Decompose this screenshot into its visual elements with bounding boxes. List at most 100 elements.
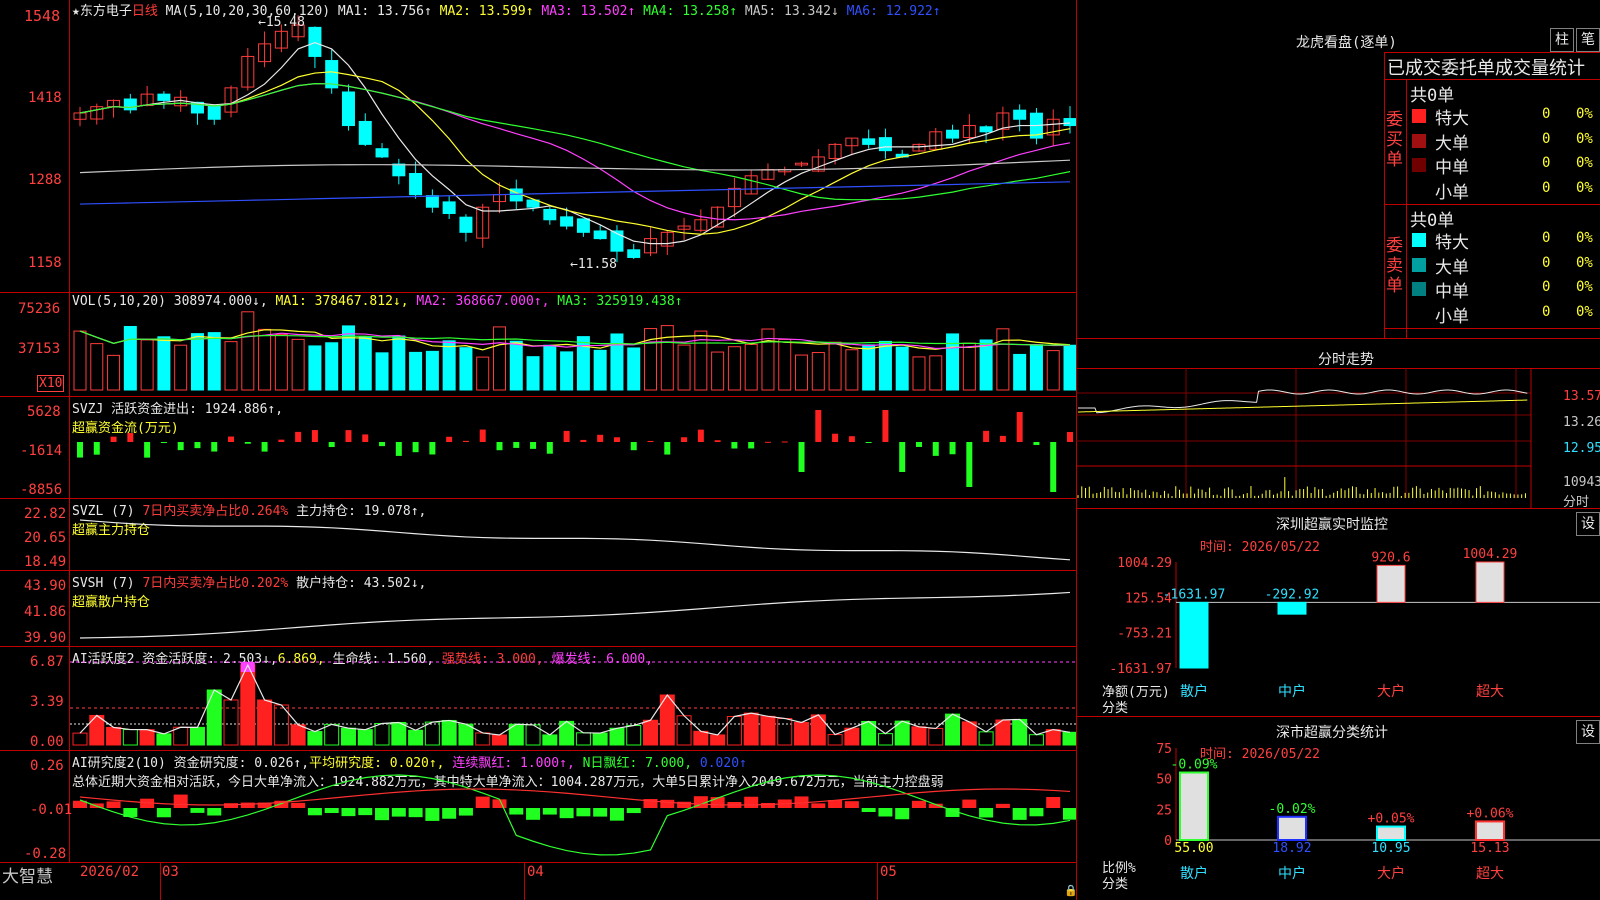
svzj-bar: [429, 442, 436, 455]
svzj-bar: [949, 442, 956, 455]
sz-monitor-settings-button[interactable]: 设: [1576, 512, 1600, 536]
sz-monitor-bar: [1179, 601, 1209, 669]
ai-research-bar: [811, 803, 826, 808]
svzj-bar: [932, 442, 939, 456]
ai-research-bar: [156, 808, 171, 818]
sz-class-category: 散户: [1180, 865, 1208, 882]
svzj-bar: [613, 437, 620, 442]
sz-class-change-label: -0.02%: [1269, 802, 1316, 817]
candle-body: [1063, 118, 1076, 127]
svzl-line: [79, 519, 1071, 561]
ai-research-bar: [660, 799, 675, 808]
bar-mode-button[interactable]: 柱: [1550, 28, 1574, 52]
ai-research-bar: [911, 800, 926, 808]
ai-research-bar: [207, 808, 222, 816]
svsh-line: [79, 591, 1071, 639]
ai-active-bar: [827, 734, 843, 746]
lhb-row-count: 0: [1542, 230, 1551, 246]
volume-bar: [224, 341, 238, 391]
volume-bar: [526, 356, 540, 391]
ai-active-bar: [978, 731, 994, 746]
svzj-bar: [530, 442, 537, 449]
svzj-bar: [664, 442, 671, 455]
volume-bar: [946, 333, 960, 391]
sz-class-bar: [1475, 820, 1505, 842]
intraday-title: 分时走势: [1318, 352, 1374, 368]
svzj-bar: [1016, 412, 1023, 442]
svzj-bar: [1033, 442, 1040, 446]
sz-monitor-category: 中户: [1278, 683, 1306, 700]
lhb-row-percent: 0%: [1576, 230, 1593, 246]
ai-active-bar: [106, 726, 122, 746]
volume-bar: [795, 354, 809, 391]
svzj-bar: [395, 442, 402, 456]
svzj-bar: [647, 440, 654, 442]
buy-side-label: 委买单: [1386, 110, 1403, 170]
volume-bar: [979, 339, 993, 391]
chart-axis-tick: -753.21: [1117, 627, 1172, 642]
svzj-bar: [597, 434, 604, 442]
svzj-bar: [362, 434, 369, 442]
svzj-bar: [311, 430, 318, 442]
high-price-mark: ←15.48: [258, 15, 305, 30]
sz-monitor-bar-label: -1631.97: [1163, 587, 1226, 602]
svzj-bar: [93, 442, 100, 455]
ai-research-bar: [106, 801, 121, 808]
ai-active-bar: [139, 729, 155, 746]
ai-active-bar: [391, 721, 407, 746]
lhb-color-swatch: [1412, 257, 1426, 272]
lhb-row-count: 0: [1542, 155, 1551, 171]
volume-bar: [241, 311, 255, 391]
volume-bar: [107, 354, 121, 391]
candle-body: [878, 137, 892, 152]
lhb-row-label: 中单: [1435, 158, 1469, 178]
sell-side-label: 委卖单: [1386, 236, 1403, 296]
ai-active-bar: [357, 729, 373, 746]
sz-monitor-xlabel: 分类: [1102, 701, 1129, 716]
ai-active-bar: [156, 733, 172, 746]
svzj-bar: [345, 430, 352, 442]
volume-bar: [1046, 350, 1060, 391]
ai-active-bar: [424, 721, 440, 746]
lhb-row-label: 特大: [1435, 109, 1469, 129]
intraday-chart[interactable]: [1076, 368, 1600, 508]
tick-mode-button[interactable]: 笔: [1576, 28, 1600, 52]
candle-body: [392, 163, 406, 177]
svzj-bar: [882, 410, 889, 442]
date-start: 2026/02: [80, 864, 140, 880]
volume-bar: [258, 328, 272, 391]
ai-research-bar: [224, 803, 239, 808]
volume-bar: [476, 356, 490, 391]
ai-research-bar: [475, 796, 490, 808]
sz-monitor-category: 超大: [1476, 684, 1504, 700]
ai-active-bar: [307, 731, 323, 746]
chart-axis-tick: -1631.97: [1109, 662, 1172, 677]
lhb-row-count: 0: [1542, 179, 1551, 196]
svzj-bar: [462, 440, 469, 442]
ai-active-bar: [441, 719, 457, 746]
sz-class-bar: [1179, 771, 1209, 841]
svzj-bar: [177, 442, 184, 451]
svzj-bar: [966, 442, 973, 487]
intraday-axis-tick: 12.95: [1563, 441, 1600, 456]
sz-class-xlabel: 分类: [1102, 877, 1129, 892]
low-price-mark: ←11.58: [570, 257, 617, 272]
sz-monitor-category: 散户: [1180, 683, 1208, 700]
ai-research-bar: [626, 808, 641, 814]
lhb-color-swatch: [1412, 133, 1426, 148]
ma4-line: [79, 83, 1071, 201]
brand-label[interactable]: 大智慧: [2, 862, 53, 887]
kline-indicator-charts[interactable]: ←15.48 ←11.58: [0, 0, 1076, 862]
svzj-bar: [798, 442, 805, 472]
ai-active-peak: [240, 662, 255, 672]
volume-bar: [459, 347, 473, 391]
ai-research-bar: [861, 808, 876, 813]
lhb-row-count: 0: [1542, 279, 1551, 295]
lhb-tabs[interactable]: 已成交委托单成交量统计: [1387, 54, 1585, 80]
ai-active-bar: [189, 726, 205, 746]
svzj-bar: [412, 442, 419, 453]
lhb-row-label: 小单: [1435, 306, 1469, 327]
sz-class-value-label: 18.92: [1272, 841, 1311, 856]
svzj-bar: [446, 436, 453, 442]
sz-class-category: 中户: [1278, 865, 1306, 882]
